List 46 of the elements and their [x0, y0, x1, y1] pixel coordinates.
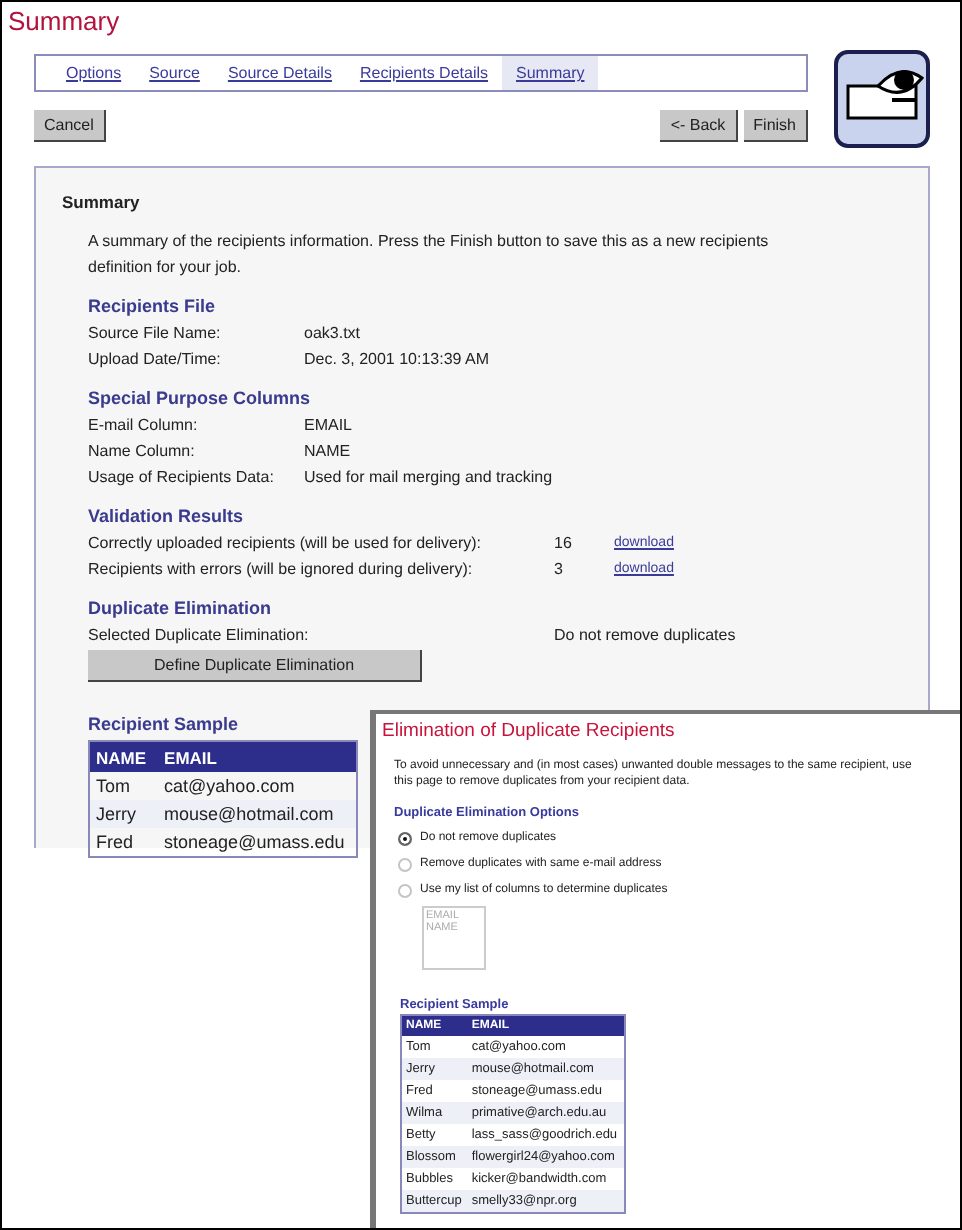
eye-card-icon — [834, 50, 930, 148]
page-title: Summary — [6, 4, 122, 40]
field-label: Usage of Recipients Data: — [88, 466, 274, 490]
table-cell: Tom — [89, 772, 159, 800]
field-value: Dec. 3, 2001 10:13:39 AM — [304, 348, 490, 372]
field-label: Name Column: — [88, 440, 195, 464]
back-button[interactable]: <- Back — [660, 110, 738, 142]
field-value: EMAIL — [304, 414, 353, 438]
radio-button[interactable] — [398, 831, 412, 845]
tab[interactable]: Source Details — [213, 56, 346, 90]
tab[interactable]: Recipients Details — [345, 56, 502, 90]
intro-text: A summary of the recipients information. Press the Finish button to save this as a new recipients definition for your job. — [88, 230, 771, 280]
field-value: oak3.txt — [304, 322, 361, 346]
section-heading: Special Purpose Columns — [88, 386, 311, 412]
field-value: 16 — [554, 532, 572, 556]
radio-button[interactable] — [398, 857, 412, 871]
field-label: Source File Name: — [88, 322, 221, 346]
column-header: EMAIL — [158, 741, 358, 772]
table-cell: Jerry — [89, 800, 159, 828]
field-label: Correctly uploaded recipients (will be used for delivery): — [88, 532, 482, 556]
cancel-button[interactable]: Cancel — [34, 110, 106, 142]
define-duplicate-button[interactable]: Define Duplicate Elimination — [88, 650, 422, 682]
field-value: Do not remove duplicates — [554, 624, 736, 648]
column-header: NAME — [89, 741, 159, 772]
field-label: Selected Duplicate Elimination: — [88, 624, 309, 648]
table-cell: cat@yahoo.com — [158, 772, 358, 800]
field-label: E-mail Column: — [88, 414, 198, 438]
table-cell: mouse@hotmail.com — [158, 800, 358, 828]
field-label: Upload Date/Time: — [88, 348, 221, 372]
section-heading: Validation Results — [88, 504, 244, 530]
tab[interactable]: Source — [135, 56, 214, 90]
field-value: NAME — [304, 440, 351, 464]
section-heading: Recipient Sample — [88, 712, 239, 738]
section-heading: Duplicate Elimination — [88, 596, 272, 622]
field-value: 3 — [554, 558, 563, 582]
popup-title: Elimination of Duplicate Recipients — [382, 720, 677, 742]
radio-button[interactable] — [398, 883, 412, 897]
finish-button[interactable]: Finish — [743, 110, 808, 142]
panel-heading: Summary — [62, 192, 142, 212]
tab[interactable]: Summary — [502, 56, 599, 90]
table-cell: Fred — [89, 828, 159, 857]
section-heading: Recipients File — [88, 294, 216, 320]
field-value: Used for mail merging and tracking — [304, 466, 553, 490]
tab[interactable]: Options — [52, 56, 136, 90]
table-cell: stoneage@umass.edu — [158, 828, 358, 857]
field-label: Recipients with errors (will be ignored during delivery): — [88, 558, 473, 582]
